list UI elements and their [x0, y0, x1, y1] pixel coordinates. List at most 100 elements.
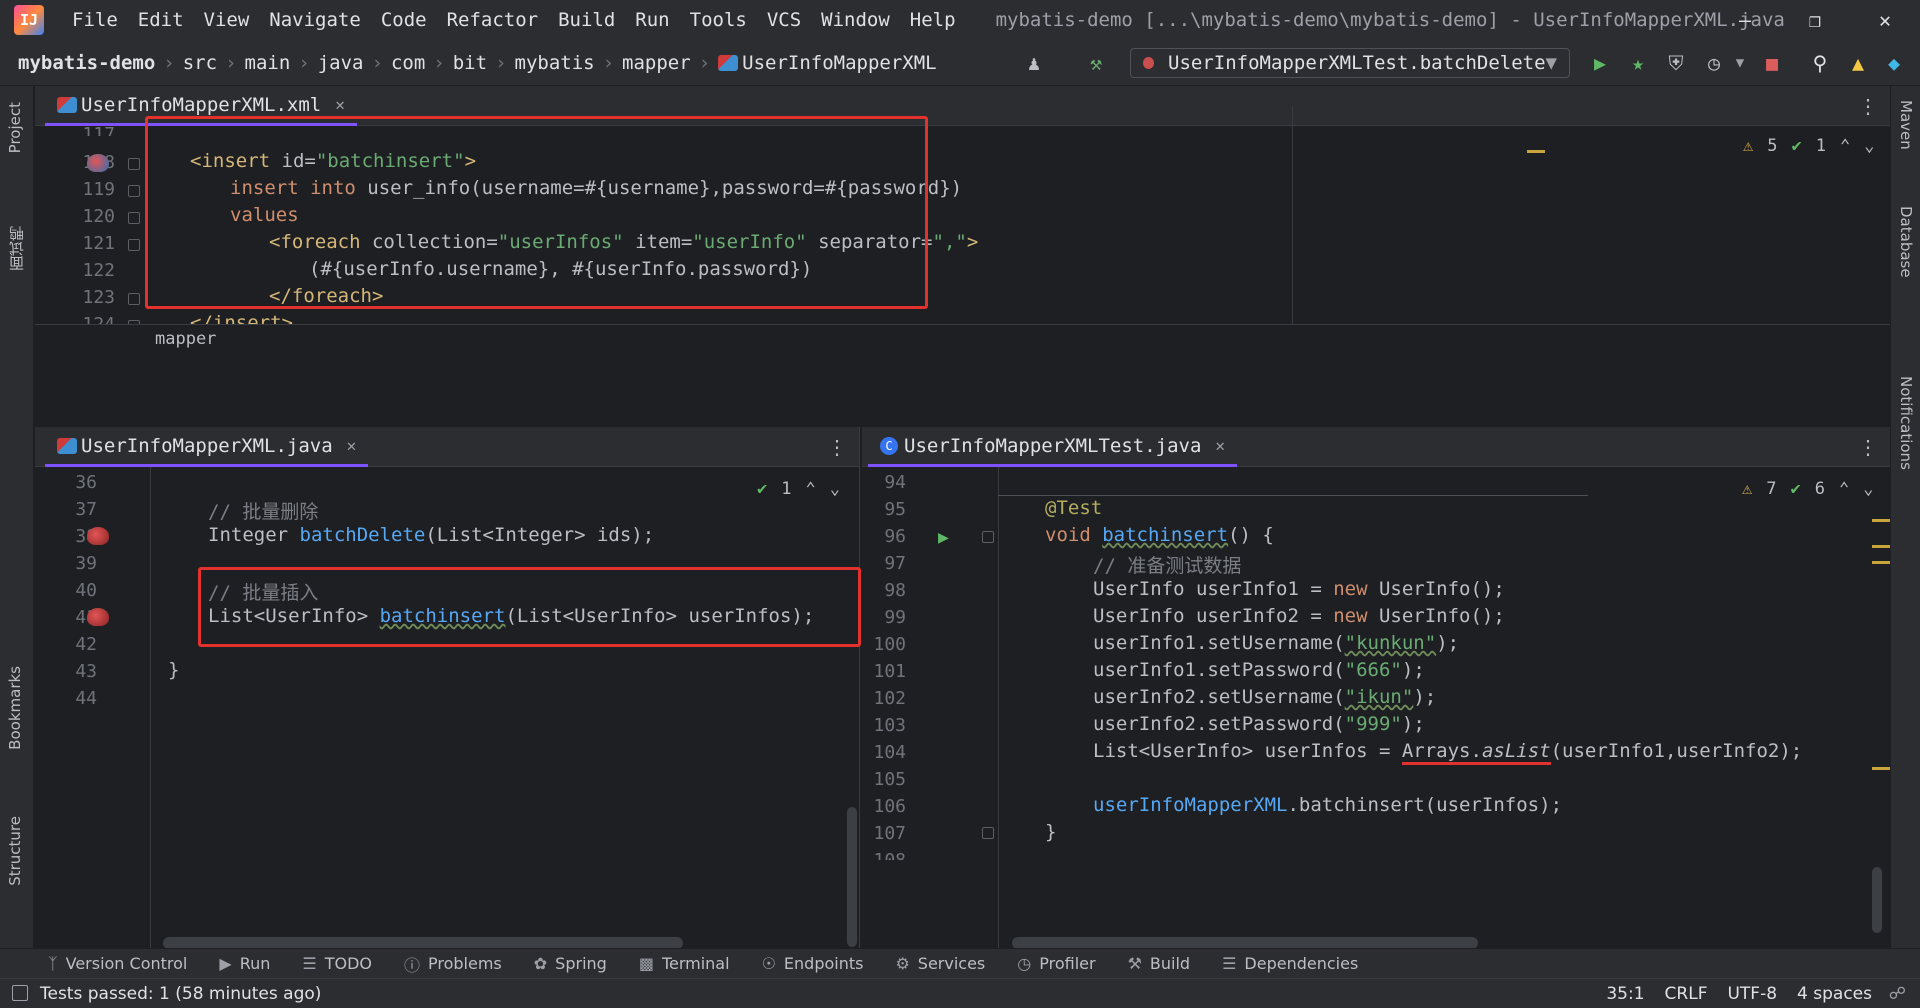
highlight-box [198, 567, 861, 647]
file-encoding[interactable]: UTF-8 [1727, 984, 1777, 1004]
breadcrumb-com[interactable]: com [391, 52, 425, 74]
warning-count: 7 [1766, 479, 1777, 499]
inspection-widget[interactable]: ⚠ 5 ✔ 1 ⌃ ⌄ [1743, 136, 1875, 156]
tab-userinfomapperxmltest-java[interactable]: C UserInfoMapperXMLTest.java ✕ [868, 427, 1238, 467]
menu-code[interactable]: Code [371, 9, 437, 31]
menu-vcs[interactable]: VCS [757, 9, 811, 31]
todo-tool-button[interactable]: ☰ TODO [302, 954, 372, 973]
chevron-up-icon[interactable]: ⌃ [1839, 479, 1849, 499]
mybatis-navigate-icon[interactable] [87, 527, 109, 545]
more-vertical-icon[interactable]: ⋮ [1858, 94, 1878, 118]
breadcrumb-project[interactable]: mybatis-demo [18, 52, 155, 74]
run-icon[interactable]: ▶ [1586, 50, 1614, 76]
lock-icon[interactable]: ☍ [1889, 984, 1906, 1004]
database-tool-button[interactable]: Database [1897, 206, 1915, 278]
chevron-down-icon[interactable]: ⌄ [1864, 136, 1874, 156]
maven-tool-button[interactable]: Maven [1897, 100, 1915, 150]
menu-window[interactable]: Window [811, 9, 900, 31]
build-tool-button[interactable]: ⚒ Build [1128, 954, 1191, 973]
run-configuration-select[interactable]: UserInfoMapperXMLTest.batchDelete ▼ [1130, 48, 1570, 78]
fold-icon[interactable] [982, 827, 994, 839]
debug-icon[interactable]: ★ [1624, 50, 1652, 76]
close-icon[interactable]: ✕ [335, 95, 345, 114]
menu-run[interactable]: Run [625, 9, 679, 31]
vertical-scrollbar[interactable] [1872, 867, 1882, 933]
services-tool-button[interactable]: ⚙ Services [895, 954, 985, 973]
problems-tool-button[interactable]: ⓘ Problems [404, 952, 502, 976]
more-run-icon[interactable]: ▼ [1726, 50, 1754, 76]
breadcrumb-java[interactable]: java [318, 52, 364, 74]
minimize-icon[interactable]: — [1710, 0, 1780, 40]
user-icon[interactable]: ♟ [1020, 50, 1048, 76]
inspection-widget[interactable]: ⚠ 7 ✔ 6 ⌃ ⌄ [1742, 479, 1874, 499]
dependencies-tool-button[interactable]: ☰ Dependencies [1222, 954, 1358, 973]
warning-stripe[interactable] [1872, 519, 1890, 522]
panel-toggle-icon[interactable] [12, 985, 28, 1001]
tab-userinfomapperxml-java[interactable]: UserInfoMapperXML.java ✕ [45, 427, 369, 467]
more-vertical-icon[interactable]: ⋮ [1858, 435, 1878, 459]
breadcrumb-main[interactable]: main [245, 52, 291, 74]
version-control-tool-button[interactable]: ᛉ Version Control [48, 954, 187, 973]
run-tool-button[interactable]: ▶ Run [219, 954, 270, 973]
profiler-tool-button[interactable]: ◷ Profiler [1017, 954, 1095, 973]
fold-icon[interactable] [982, 531, 994, 543]
warning-stripe[interactable] [1872, 767, 1890, 770]
menu-navigate[interactable]: Navigate [259, 9, 371, 31]
window-title: mybatis-demo [...\mybatis-demo\mybatis-d… [995, 9, 1785, 31]
fold-icon[interactable] [128, 239, 140, 251]
coverage-icon[interactable]: ⛨ [1662, 50, 1690, 76]
intellij-logo-icon[interactable]: IJ [14, 5, 44, 35]
stop-icon[interactable]: ■ [1758, 50, 1786, 76]
close-icon[interactable]: ✕ [347, 436, 357, 455]
breadcrumb-mapper[interactable]: mapper [622, 52, 691, 74]
warning-stripe[interactable] [1872, 561, 1890, 564]
xml-breadcrumb-mapper[interactable]: mapper [155, 329, 216, 349]
breadcrumb-file[interactable]: UserInfoMapperXML [742, 52, 936, 74]
menu-view[interactable]: View [194, 9, 260, 31]
mybatis-navigate-icon[interactable] [87, 154, 109, 172]
warning-stripe[interactable] [1872, 545, 1890, 548]
close-window-icon[interactable]: ✕ [1850, 0, 1920, 40]
line-separator[interactable]: CRLF [1665, 984, 1708, 1004]
mybatis-navigate-icon[interactable] [87, 608, 109, 626]
endpoints-tool-button[interactable]: ☉ Endpoints [762, 954, 864, 973]
menu-build[interactable]: Build [548, 9, 625, 31]
fold-icon[interactable] [128, 293, 140, 305]
structure-tool-button[interactable]: Structure [6, 816, 24, 886]
fold-icon[interactable] [128, 185, 140, 197]
menu-tools[interactable]: Tools [680, 9, 757, 31]
ok-count: 1 [781, 479, 792, 499]
close-icon[interactable]: ✕ [1215, 436, 1225, 455]
update-icon[interactable]: ▲ [1844, 50, 1872, 76]
mianshi-tool-button[interactable]: 面试鸭 [6, 226, 27, 271]
chevron-up-icon[interactable]: ⌃ [806, 479, 816, 499]
method-separator [998, 495, 1588, 496]
warning-stripe[interactable] [1527, 150, 1545, 153]
plugin-icon[interactable]: ◆ [1880, 50, 1908, 76]
terminal-tool-button[interactable]: ▩ Terminal [639, 954, 730, 973]
mapper-interface-icon [57, 437, 77, 454]
menu-edit[interactable]: Edit [128, 9, 194, 31]
breadcrumb-mybatis[interactable]: mybatis [515, 52, 595, 74]
menu-refactor[interactable]: Refactor [437, 9, 549, 31]
menu-file[interactable]: File [62, 9, 128, 31]
project-tool-button[interactable]: Project [6, 102, 24, 153]
fold-icon[interactable] [128, 158, 140, 170]
breadcrumb-src[interactable]: src [183, 52, 217, 74]
build-hammer-icon[interactable]: ⚒ [1082, 50, 1110, 76]
more-vertical-icon[interactable]: ⋮ [827, 435, 847, 459]
notifications-tool-button[interactable]: Notifications [1897, 376, 1915, 470]
menu-help[interactable]: Help [900, 9, 966, 31]
chevron-up-icon[interactable]: ⌃ [1840, 136, 1850, 156]
search-icon[interactable]: ⚲ [1806, 50, 1834, 76]
status-message[interactable]: Tests passed: 1 (58 minutes ago) [40, 984, 321, 1004]
breadcrumb-bit[interactable]: bit [453, 52, 487, 74]
restore-icon[interactable]: ❐ [1780, 0, 1850, 40]
fold-icon[interactable] [128, 212, 140, 224]
spring-tool-button[interactable]: ✿ Spring [534, 954, 607, 973]
run-test-icon[interactable]: ▶ [938, 527, 949, 548]
caret-position[interactable]: 35:1 [1606, 984, 1644, 1004]
chevron-down-icon[interactable]: ⌄ [1863, 479, 1873, 499]
indent-setting[interactable]: 4 spaces [1797, 984, 1872, 1004]
profile-icon[interactable]: ◷ [1700, 50, 1728, 76]
